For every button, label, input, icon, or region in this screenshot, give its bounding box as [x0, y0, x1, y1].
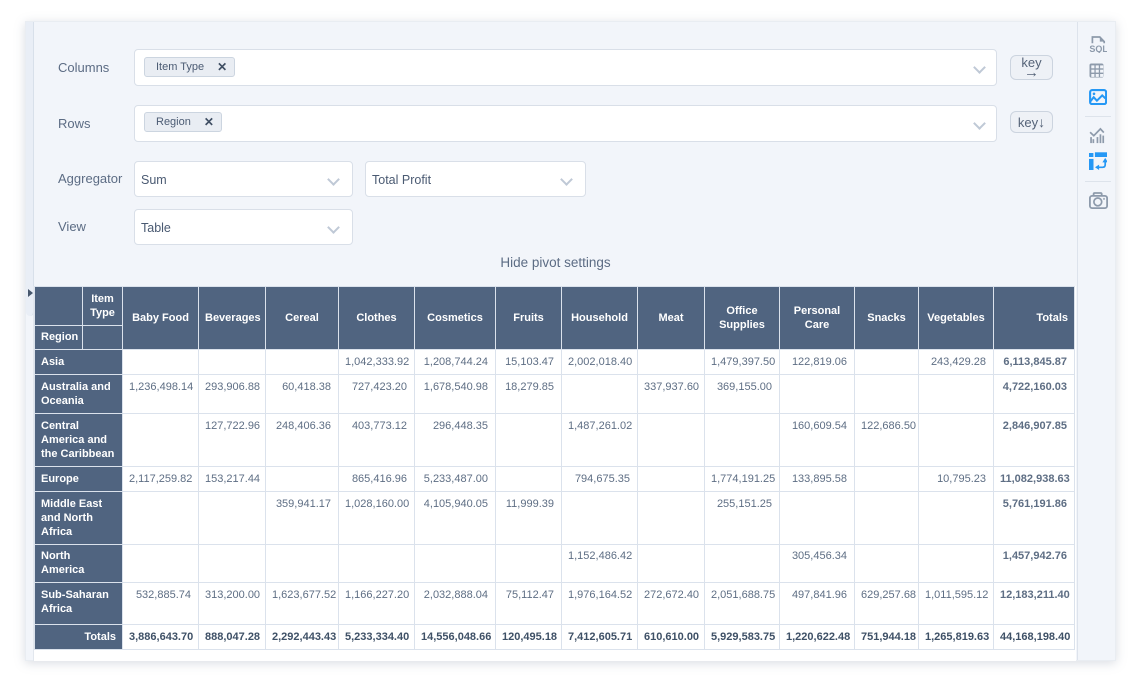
svg-text:SQL: SQL — [1089, 44, 1107, 53]
